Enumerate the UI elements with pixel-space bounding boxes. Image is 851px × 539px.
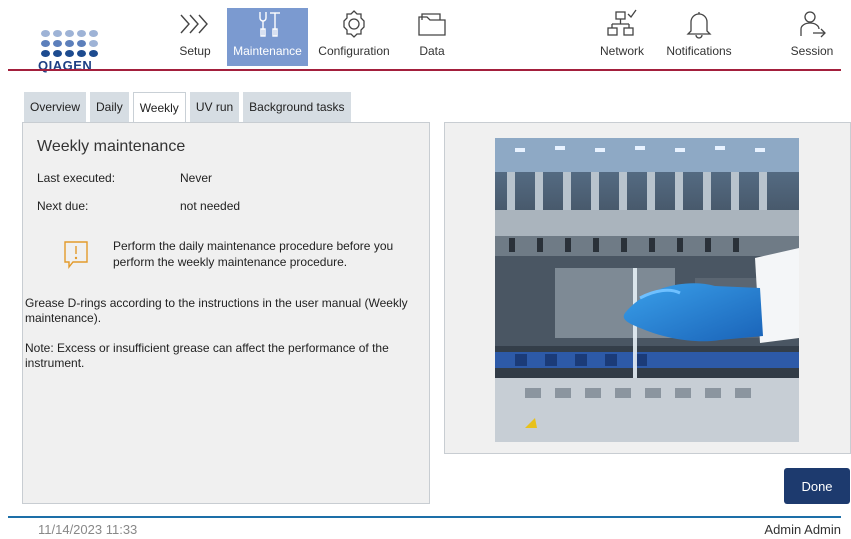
footer-datetime: 11/14/2023 11:33: [38, 522, 138, 537]
nav-setup-label: Setup: [179, 44, 211, 58]
network-icon: [604, 8, 640, 40]
last-executed-row: Last executed: Never: [37, 171, 212, 185]
notifications-icon: [681, 8, 717, 40]
topbar-divider: [8, 69, 841, 71]
top-bar: QIAGEN Setup Maintenance Configuration D…: [0, 0, 851, 78]
tab-background-tasks[interactable]: Background tasks: [243, 92, 351, 122]
warning-icon: [63, 240, 89, 270]
last-executed-value: Never: [180, 171, 213, 185]
tab-daily[interactable]: Daily: [90, 92, 129, 122]
tab-uv-run[interactable]: UV run: [189, 92, 240, 122]
nav-data-button[interactable]: Data: [414, 8, 450, 66]
nav-network-label: Network: [599, 44, 644, 58]
nav-session-button[interactable]: Session: [788, 8, 836, 66]
done-button[interactable]: Done: [784, 468, 850, 504]
tab-weekly[interactable]: Weekly: [132, 92, 186, 123]
next-due-value: not needed: [180, 199, 241, 213]
nav-configuration-button[interactable]: Configuration: [314, 8, 394, 66]
footer-divider: [8, 516, 841, 518]
nav-maintenance-label: Maintenance: [233, 44, 302, 58]
next-due-label: Next due:: [37, 199, 89, 213]
session-icon: [794, 8, 830, 40]
image-panel: [444, 122, 851, 454]
warning-message: Perform the daily maintenance procedure …: [113, 239, 394, 269]
nav-session-label: Session: [790, 44, 834, 58]
data-icon: [414, 8, 450, 40]
footer-user[interactable]: Admin Admin: [764, 522, 841, 537]
maintenance-tabs: Overview Daily Weekly UV run Background …: [24, 92, 355, 123]
instrument-photo: [495, 138, 799, 442]
panel-title: Weekly maintenance: [37, 138, 186, 155]
configuration-icon: [336, 8, 372, 40]
nav-notifications-label: Notifications: [666, 44, 732, 58]
tab-overview[interactable]: Overview: [24, 92, 87, 122]
maintenance-icon: [250, 8, 286, 40]
nav-configuration-label: Configuration: [318, 44, 390, 58]
next-due-row: Next due: not needed: [37, 199, 240, 213]
nav-setup-button[interactable]: Setup: [172, 8, 218, 66]
logo-dots: [41, 30, 100, 57]
maintenance-info-panel: Weekly maintenance Last executed: Never N…: [22, 122, 430, 504]
note-text: Note: Excess or insufficient grease can …: [25, 341, 389, 370]
nav-network-button[interactable]: Network: [596, 8, 648, 66]
instruction-text: Grease D-rings according to the instruct…: [25, 296, 408, 325]
nav-notifications-button[interactable]: Notifications: [660, 8, 738, 66]
last-executed-label: Last executed:: [37, 171, 116, 185]
setup-icon: [177, 8, 213, 40]
nav-maintenance-button[interactable]: Maintenance: [227, 8, 308, 66]
nav-data-label: Data: [419, 44, 445, 58]
